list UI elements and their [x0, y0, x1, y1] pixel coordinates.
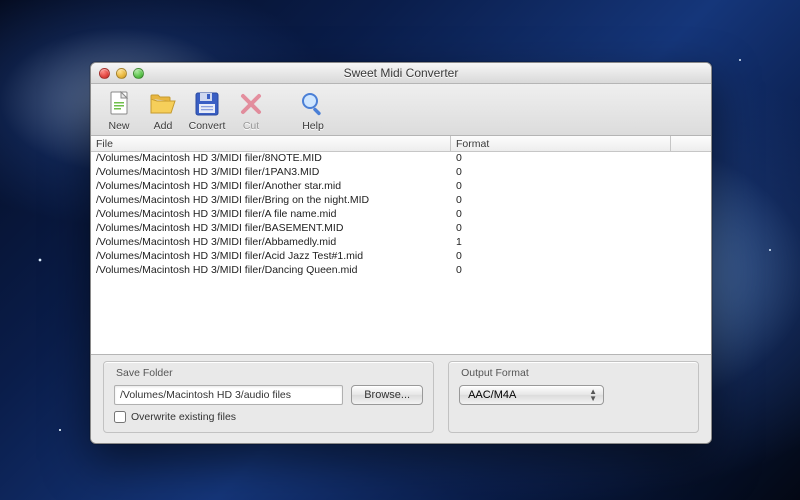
convert-label: Convert: [189, 120, 226, 132]
zoom-icon[interactable]: [133, 68, 144, 79]
table-body[interactable]: /Volumes/Macintosh HD 3/MIDI filer/8NOTE…: [91, 152, 711, 354]
cell-file: /Volumes/Macintosh HD 3/MIDI filer/Anoth…: [91, 180, 451, 194]
cell-file: /Volumes/Macintosh HD 3/MIDI filer/1PAN3…: [91, 166, 451, 180]
table-row[interactable]: /Volumes/Macintosh HD 3/MIDI filer/Acid …: [91, 250, 711, 264]
output-format-panel: Output Format AAC/M4A ▲▼: [448, 361, 699, 433]
new-label: New: [108, 120, 129, 132]
folder-open-icon: [149, 90, 177, 118]
window-title: Sweet Midi Converter: [91, 66, 711, 80]
cell-format: 0: [451, 180, 711, 194]
table-row[interactable]: /Volumes/Macintosh HD 3/MIDI filer/BASEM…: [91, 222, 711, 236]
cell-file: /Volumes/Macintosh HD 3/MIDI filer/Abbam…: [91, 236, 451, 250]
overwrite-checkbox-input[interactable]: [114, 411, 126, 423]
cell-file: /Volumes/Macintosh HD 3/MIDI filer/Bring…: [91, 194, 451, 208]
cell-format: 0: [451, 264, 711, 278]
add-label: Add: [154, 120, 173, 132]
cell-format: 0: [451, 194, 711, 208]
cell-format: 1: [451, 236, 711, 250]
cell-file: /Volumes/Macintosh HD 3/MIDI filer/BASEM…: [91, 222, 451, 236]
save-folder-panel: Save Folder /Volumes/Macintosh HD 3/audi…: [103, 361, 434, 433]
cell-file: /Volumes/Macintosh HD 3/MIDI filer/8NOTE…: [91, 152, 451, 166]
overwrite-label: Overwrite existing files: [131, 411, 236, 423]
cell-file: /Volumes/Macintosh HD 3/MIDI filer/A fil…: [91, 208, 451, 222]
minimize-icon[interactable]: [116, 68, 127, 79]
cut-button: Cut: [229, 90, 273, 132]
table-row[interactable]: /Volumes/Macintosh HD 3/MIDI filer/8NOTE…: [91, 152, 711, 166]
cell-file: /Volumes/Macintosh HD 3/MIDI filer/Acid …: [91, 250, 451, 264]
table-row[interactable]: /Volumes/Macintosh HD 3/MIDI filer/Danci…: [91, 264, 711, 278]
help-label: Help: [302, 120, 324, 132]
save-folder-path[interactable]: /Volumes/Macintosh HD 3/audio files: [114, 385, 343, 405]
column-header-format[interactable]: Format: [451, 136, 671, 151]
save-folder-title: Save Folder: [114, 367, 423, 379]
overwrite-checkbox[interactable]: Overwrite existing files: [114, 411, 423, 423]
help-button[interactable]: Help: [291, 90, 335, 132]
add-button[interactable]: Add: [141, 90, 185, 132]
cut-label: Cut: [243, 120, 259, 132]
output-format-title: Output Format: [459, 367, 688, 379]
cell-file: /Volumes/Macintosh HD 3/MIDI filer/Danci…: [91, 264, 451, 278]
cell-format: 0: [451, 250, 711, 264]
table-row[interactable]: /Volumes/Macintosh HD 3/MIDI filer/Anoth…: [91, 180, 711, 194]
cut-x-icon: [237, 90, 265, 118]
convert-button[interactable]: Convert: [185, 90, 229, 132]
titlebar[interactable]: Sweet Midi Converter: [91, 63, 711, 84]
floppy-save-icon: [193, 90, 221, 118]
output-format-value: AAC/M4A: [468, 389, 516, 401]
cell-format: 0: [451, 222, 711, 236]
cell-format: 0: [451, 152, 711, 166]
cell-format: 0: [451, 208, 711, 222]
file-table: File Format /Volumes/Macintosh HD 3/MIDI…: [91, 136, 711, 355]
close-icon[interactable]: [99, 68, 110, 79]
browse-button[interactable]: Browse...: [351, 385, 423, 405]
magnifier-help-icon: [299, 90, 327, 118]
column-header-spacer: [671, 136, 711, 151]
column-header-file[interactable]: File: [91, 136, 451, 151]
cell-format: 0: [451, 166, 711, 180]
new-document-icon: [105, 90, 133, 118]
new-button[interactable]: New: [97, 90, 141, 132]
table-row[interactable]: /Volumes/Macintosh HD 3/MIDI filer/Bring…: [91, 194, 711, 208]
table-row[interactable]: /Volumes/Macintosh HD 3/MIDI filer/A fil…: [91, 208, 711, 222]
table-header: File Format: [91, 136, 711, 152]
table-row[interactable]: /Volumes/Macintosh HD 3/MIDI filer/Abbam…: [91, 236, 711, 250]
app-window: Sweet Midi Converter New Add Convert: [90, 62, 712, 444]
toolbar: New Add Convert Cut: [91, 84, 711, 136]
bottom-bar: Save Folder /Volumes/Macintosh HD 3/audi…: [91, 355, 711, 443]
desktop-wallpaper: Sweet Midi Converter New Add Convert: [0, 0, 800, 500]
table-row[interactable]: /Volumes/Macintosh HD 3/MIDI filer/1PAN3…: [91, 166, 711, 180]
output-format-select[interactable]: AAC/M4A ▲▼: [459, 385, 604, 405]
select-arrows-icon: ▲▼: [589, 388, 597, 402]
